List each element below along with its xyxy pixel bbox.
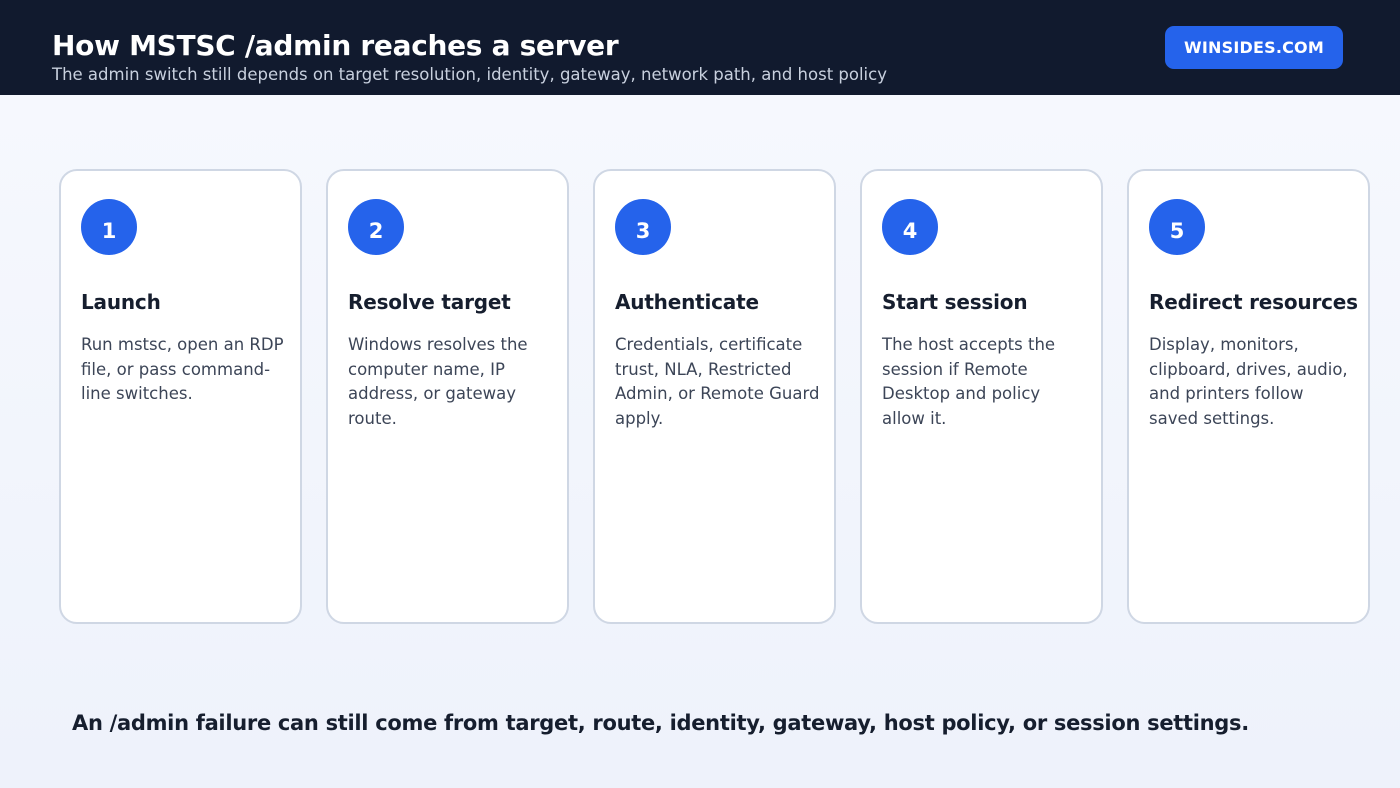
step-card-authenticate: 3 Authenticate Credentials, certificate … <box>593 169 836 624</box>
step-description: Run mstsc, open an RDP file, or pass com… <box>81 335 284 403</box>
step-description: Display, monitors, clipboard, drives, au… <box>1149 335 1348 428</box>
step-number-badge: 1 <box>81 199 137 255</box>
step-card-redirect-resources: 5 Redirect resources Display, monitors, … <box>1127 169 1370 624</box>
step-description: The host accepts the session if Remote D… <box>882 335 1056 428</box>
step-title: Start session <box>882 290 1028 314</box>
step-card-launch: 1 Launch Run mstsc, open an RDP file, or… <box>59 169 302 624</box>
footer-note: An /admin failure can still come from ta… <box>72 711 1249 735</box>
step-number-badge: 4 <box>882 199 938 255</box>
brand-badge[interactable]: WINSIDES.COM <box>1165 26 1343 69</box>
step-description: Windows resolves the computer name, IP a… <box>348 335 528 428</box>
step-number-badge: 5 <box>1149 199 1205 255</box>
step-description: Credentials, certificate trust, NLA, Res… <box>615 335 820 428</box>
step-card-resolve-target: 2 Resolve target Windows resolves the co… <box>326 169 569 624</box>
page-title: How MSTSC /admin reaches a server <box>52 29 619 62</box>
step-title: Launch <box>81 290 161 314</box>
step-title: Authenticate <box>615 290 759 314</box>
step-title: Redirect resources <box>1149 290 1358 314</box>
step-number-badge: 2 <box>348 199 404 255</box>
header-bar: How MSTSC /admin reaches a server The ad… <box>0 0 1400 95</box>
step-title: Resolve target <box>348 290 511 314</box>
page-subtitle: The admin switch still depends on target… <box>52 65 887 84</box>
step-card-start-session: 4 Start session The host accepts the ses… <box>860 169 1103 624</box>
step-number-badge: 3 <box>615 199 671 255</box>
